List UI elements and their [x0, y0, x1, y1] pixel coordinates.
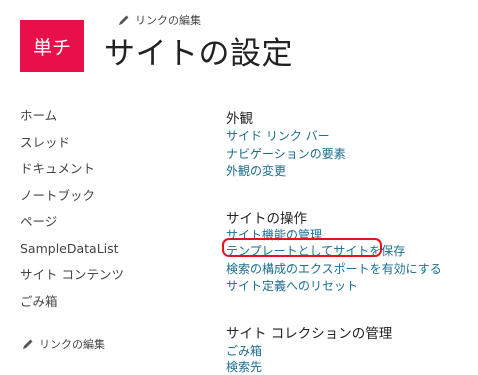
- quick-launch-nav: ホーム スレッド ドキュメント ノートブック ページ SampleDataLis…: [20, 107, 170, 319]
- site-logo-text: 単チ: [32, 36, 71, 59]
- nav-item-threads[interactable]: スレッド: [20, 134, 170, 161]
- nav-item-notebook[interactable]: ノートブック: [20, 187, 170, 214]
- link-recycle-bin[interactable]: ごみ箱: [226, 342, 262, 359]
- nav-item-site-contents[interactable]: サイト コンテンツ: [20, 266, 170, 293]
- section-title-look-and-feel: 外観: [226, 111, 253, 127]
- section-title-site-actions: サイトの操作: [226, 211, 307, 227]
- link-change-look[interactable]: 外観の変更: [226, 162, 286, 179]
- page-title: サイトの設定: [104, 36, 293, 72]
- link-enable-search-config-export[interactable]: 検索の構成のエクスポートを有効にする: [226, 260, 442, 277]
- nav-item-recycle-bin[interactable]: ごみ箱: [20, 293, 170, 320]
- link-quick-launch[interactable]: サイド リンク バー: [226, 127, 330, 144]
- site-logo[interactable]: 単チ: [20, 20, 84, 72]
- edit-links-top-label: リンクの編集: [135, 14, 201, 27]
- section-title-site-collection-admin: サイト コレクションの管理: [226, 326, 393, 342]
- highlight-annotation: [222, 238, 382, 257]
- edit-links-bottom-label: リンクの編集: [39, 338, 105, 351]
- pencil-icon: [23, 339, 33, 349]
- edit-links-bottom[interactable]: リンクの編集: [22, 336, 105, 352]
- link-reset-to-site-definition[interactable]: サイト定義へのリセット: [226, 277, 358, 294]
- edit-links-top[interactable]: リンクの編集: [118, 12, 201, 28]
- pencil-icon: [119, 15, 129, 25]
- nav-item-documents[interactable]: ドキュメント: [20, 160, 170, 187]
- nav-item-home[interactable]: ホーム: [20, 107, 170, 134]
- link-navigation-elements[interactable]: ナビゲーションの要素: [226, 145, 346, 162]
- nav-item-pages[interactable]: ページ: [20, 213, 170, 240]
- link-search-destination[interactable]: 検索先: [226, 358, 262, 375]
- nav-item-sampledatalist[interactable]: SampleDataList: [20, 240, 170, 267]
